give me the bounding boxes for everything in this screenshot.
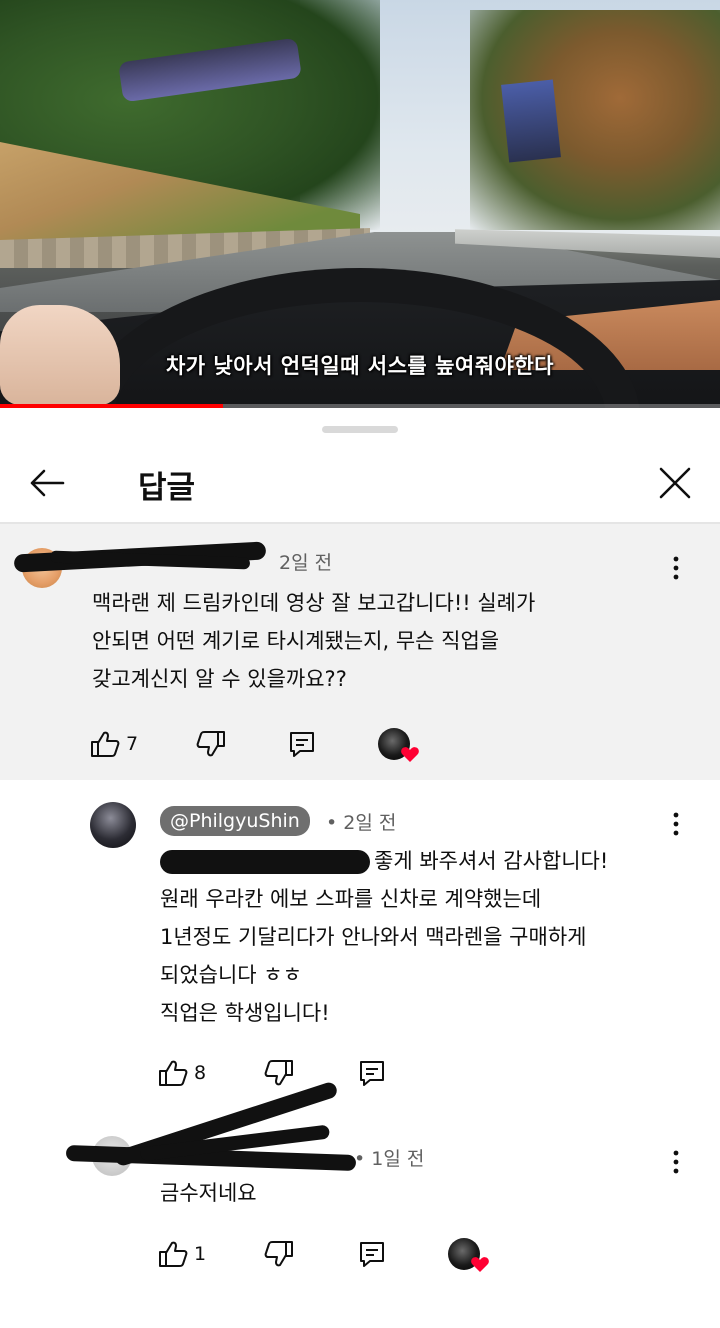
comment-text: 원래 우라칸 에보 스파를 신차로 계약했는데 1년정도 기달리다가 안나와서 … <box>160 887 587 1025</box>
dislike-button[interactable] <box>196 730 226 758</box>
thumbs-down-icon <box>264 1241 294 1267</box>
more-options-button[interactable] <box>661 1142 691 1182</box>
comment-text: 맥라랜 제 드림카인데 영상 잘 보고갑니다!! 실례가 안되면 어떤 계기로 … <box>92 591 536 691</box>
sheet-title: 답글 <box>138 470 196 506</box>
like-count: 8 <box>194 1062 207 1084</box>
thumbs-up-icon <box>159 1060 188 1086</box>
like-button[interactable]: 8 <box>158 1059 206 1087</box>
thumbs-down-icon <box>196 731 226 757</box>
video-subtitle: 차가 낮아서 언덕일때 서스를 높여줘야한다 <box>165 354 554 378</box>
comment-time: 2일 전 <box>279 552 333 574</box>
reply-text-first-line: 좋게 봐주셔서 감사합니다! <box>374 849 609 873</box>
comment-time: • 2일 전 <box>326 812 397 834</box>
more-options-button[interactable] <box>661 804 691 844</box>
drag-handle[interactable] <box>322 426 398 433</box>
heart-icon <box>401 747 419 762</box>
like-button[interactable]: 7 <box>90 730 138 758</box>
reply-button[interactable] <box>358 1059 386 1087</box>
arrow-left-icon <box>30 469 65 497</box>
more-options-button[interactable] <box>661 548 691 588</box>
comment-actions: 8 <box>158 1053 386 1093</box>
comment-time-value: 2일 전 <box>343 812 397 834</box>
reply-button[interactable] <box>358 1240 386 1268</box>
thumbs-up-icon <box>159 1241 188 1267</box>
comment-time: • 1일 전 <box>354 1148 425 1170</box>
like-count: 1 <box>194 1243 207 1265</box>
thumbs-up-icon <box>91 731 120 757</box>
sheet-header: 답글 <box>0 448 720 518</box>
avatar[interactable] <box>90 802 136 848</box>
close-icon <box>659 467 691 499</box>
replies-sheet: 답글 2일 전 맥라랜 제 드림카인데 영상 잘 보고갑니다!! 실례가 안되면… <box>0 408 720 1328</box>
comment-time-value: 1일 전 <box>371 1148 425 1170</box>
reply-icon <box>290 732 315 757</box>
reply-icon <box>360 1061 385 1086</box>
creator-heart[interactable] <box>378 728 419 762</box>
redaction-scribble <box>160 850 370 874</box>
creator-avatar <box>448 1238 489 1272</box>
comment-actions: 1 <box>158 1234 489 1274</box>
reply-button[interactable] <box>288 730 316 758</box>
thumbs-down-icon <box>264 1060 294 1086</box>
video-banner <box>501 79 561 163</box>
kebab-menu-icon <box>673 812 679 836</box>
close-button[interactable] <box>650 458 700 508</box>
creator-heart[interactable] <box>448 1238 489 1272</box>
comment-actions: 7 <box>90 724 419 764</box>
parent-comment: 2일 전 맥라랜 제 드림카인데 영상 잘 보고갑니다!! 실례가 안되면 어떤… <box>0 524 720 780</box>
kebab-menu-icon <box>673 556 679 580</box>
dislike-button[interactable] <box>264 1240 294 1268</box>
like-count: 7 <box>126 733 139 755</box>
comment-text: 금수저네요 <box>160 1181 257 1205</box>
dislike-button[interactable] <box>264 1059 294 1087</box>
kebab-menu-icon <box>673 1150 679 1174</box>
heart-icon <box>471 1257 489 1272</box>
back-button[interactable] <box>22 458 72 508</box>
video-player[interactable]: 차가 낮아서 언덕일때 서스를 높여줘야한다 <box>0 0 720 408</box>
creator-avatar <box>378 728 419 762</box>
author-handle[interactable]: @PhilgyuShin <box>160 806 310 836</box>
like-button[interactable]: 1 <box>158 1240 206 1268</box>
reply-icon <box>360 1242 385 1267</box>
